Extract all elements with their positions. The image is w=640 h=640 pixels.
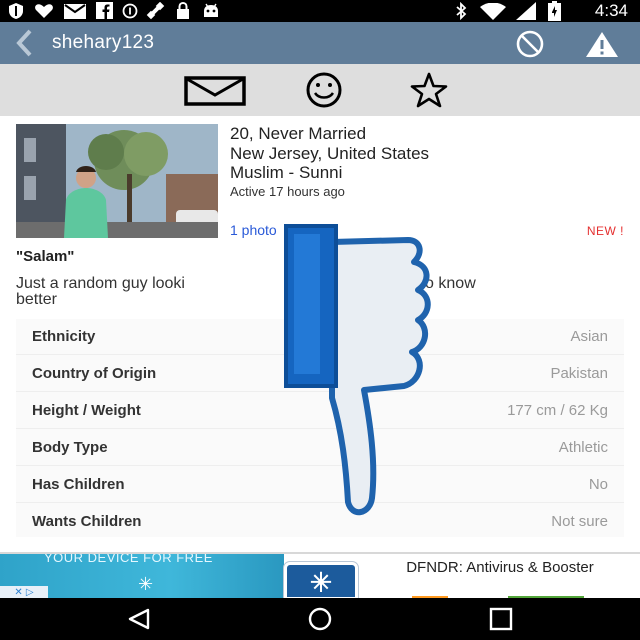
- detail-label: Has Children: [32, 476, 125, 493]
- ad-image-text: YOUR DEVICE FOR FREE: [44, 552, 213, 565]
- religion: Muslim - Sunni: [230, 163, 343, 182]
- location: New Jersey, United States: [230, 144, 430, 163]
- detail-label: Country of Origin: [32, 365, 157, 382]
- bluetooth-icon: [456, 2, 467, 20]
- warning-icon[interactable]: [584, 28, 620, 60]
- app-bar: shehary123: [0, 22, 640, 64]
- star-icon[interactable]: [400, 70, 458, 110]
- clock-time: 4:34: [594, 1, 628, 20]
- sparkle-icon: ✳: [138, 574, 154, 595]
- detail-label: Wants Children: [32, 513, 142, 530]
- detail-value: Pakistan: [550, 365, 608, 382]
- smiley-icon[interactable]: [296, 70, 352, 110]
- data-saver-icon: [122, 3, 138, 19]
- facebook-icon: [96, 2, 113, 19]
- battery-icon: [548, 1, 561, 21]
- android-icon: [204, 3, 218, 17]
- detail-value: Not sure: [551, 513, 608, 530]
- detail-label: Height / Weight: [32, 402, 141, 419]
- ad-choices-badge[interactable]: ✕ ▷: [0, 586, 48, 598]
- profile-username-title: shehary123: [52, 32, 155, 53]
- thumbs-down-icon: [284, 224, 431, 515]
- last-active: Active 17 hours ago: [230, 184, 345, 199]
- nav-recents-icon[interactable]: [488, 607, 514, 631]
- profile-photo[interactable]: [16, 124, 218, 238]
- app-logo-icon: [284, 562, 358, 598]
- satellite-icon: [146, 2, 165, 20]
- detail-value: No: [588, 476, 608, 493]
- photos-link[interactable]: 1 photo: [230, 222, 277, 238]
- detail-value: Athletic: [558, 439, 608, 456]
- mail-icon: [64, 4, 86, 19]
- ad-banner[interactable]: YOUR DEVICE FOR FREE ✳ ✕ ▷ DFNDR: Antivi…: [0, 552, 640, 598]
- lock-icon: [177, 2, 189, 19]
- shield-icon: [9, 3, 23, 19]
- navigation-bar: [0, 598, 640, 640]
- detail-label: Ethnicity: [32, 328, 96, 345]
- new-badge: NEW !: [586, 224, 624, 238]
- heart-icon: [35, 4, 53, 18]
- chevron-left-icon[interactable]: [8, 26, 42, 60]
- status-bar: 4:34: [0, 0, 640, 22]
- detail-value: Asian: [570, 328, 608, 345]
- block-icon[interactable]: [514, 28, 546, 60]
- nav-back-icon[interactable]: [126, 607, 152, 631]
- about-text-part-1: Just a random guy looki: [16, 275, 185, 292]
- action-row: [0, 64, 640, 116]
- envelope-icon[interactable]: [184, 70, 248, 110]
- ad-title[interactable]: DFNDR: Antivirus & Booster: [370, 560, 630, 576]
- detail-value: 177 cm / 62 Kg: [507, 402, 608, 419]
- about-text-part-3: better: [16, 291, 57, 308]
- detail-label: Body Type: [32, 439, 108, 456]
- wifi-icon: [480, 3, 506, 20]
- nav-home-icon[interactable]: [306, 607, 334, 631]
- profile-headline: "Salam": [16, 248, 75, 265]
- age-marital-status: 20, Never Married: [230, 124, 367, 143]
- signal-icon: [516, 2, 536, 20]
